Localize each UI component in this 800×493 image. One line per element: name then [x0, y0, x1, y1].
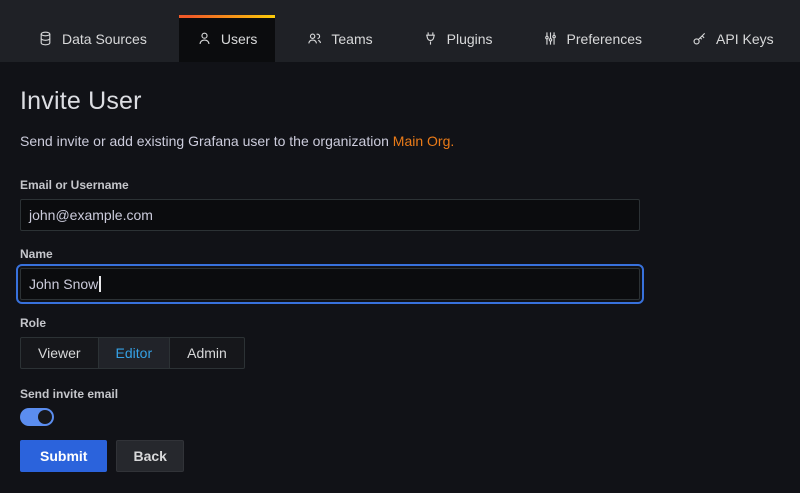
page-description: Send invite or add existing Grafana user…: [20, 133, 780, 149]
plug-icon: [423, 31, 438, 46]
role-radio-group: Viewer Editor Admin: [20, 337, 245, 369]
tab-plugins[interactable]: Plugins: [405, 15, 511, 62]
tab-users[interactable]: Users: [179, 15, 276, 62]
tab-label: API Keys: [716, 31, 774, 47]
send-invite-label: Send invite email: [20, 387, 640, 401]
email-field-group: Email or Username john@example.com: [20, 178, 640, 231]
org-settings-tab-bar: Data Sources Users Teams: [0, 0, 800, 62]
tab-preferences[interactable]: Preferences: [525, 15, 660, 62]
tab-label: Data Sources: [62, 31, 147, 47]
key-icon: [692, 31, 707, 46]
toggle-knob: [38, 410, 52, 424]
tab-teams[interactable]: Teams: [289, 15, 390, 62]
back-button[interactable]: Back: [116, 440, 183, 472]
tab-data-sources[interactable]: Data Sources: [20, 15, 165, 62]
submit-button[interactable]: Submit: [20, 440, 107, 472]
sliders-icon: [543, 31, 558, 46]
role-option-viewer[interactable]: Viewer: [21, 338, 99, 368]
role-label: Role: [20, 316, 640, 330]
role-option-editor[interactable]: Editor: [99, 338, 171, 368]
tab-label: Users: [221, 31, 258, 47]
name-label: Name: [20, 247, 640, 261]
role-field-group: Role Viewer Editor Admin: [20, 316, 640, 369]
email-input-value: john@example.com: [29, 207, 153, 223]
page-title: Invite User: [20, 87, 780, 116]
email-input[interactable]: john@example.com: [20, 199, 640, 231]
email-label: Email or Username: [20, 178, 640, 192]
tab-label: Preferences: [567, 31, 642, 47]
users-icon: [307, 31, 322, 46]
send-invite-field-group: Send invite email: [20, 387, 640, 426]
text-cursor: [99, 276, 101, 292]
form-actions: Submit Back: [20, 440, 780, 472]
name-field-group: Name John Snow: [20, 247, 640, 300]
tab-label: Teams: [331, 31, 372, 47]
name-input-value: John Snow: [29, 276, 98, 292]
invite-user-page: Invite User Send invite or add existing …: [0, 62, 800, 472]
org-link[interactable]: Main Org.: [393, 133, 454, 149]
role-option-admin[interactable]: Admin: [170, 338, 244, 368]
name-input[interactable]: John Snow: [20, 268, 640, 300]
tab-api-keys[interactable]: API Keys: [674, 15, 792, 62]
database-icon: [38, 31, 53, 46]
send-invite-toggle[interactable]: [20, 408, 54, 426]
tab-label: Plugins: [447, 31, 493, 47]
description-text: Send invite or add existing Grafana user…: [20, 133, 389, 149]
user-icon: [197, 31, 212, 46]
